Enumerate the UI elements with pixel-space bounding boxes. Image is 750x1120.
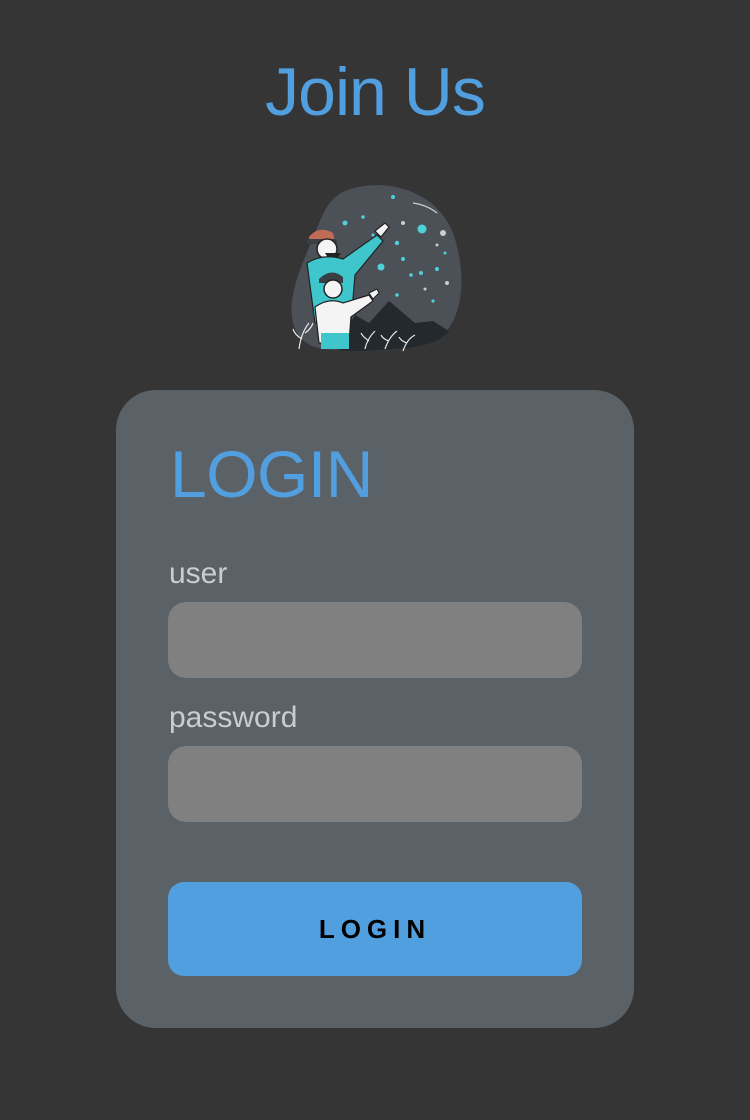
login-heading: LOGIN (170, 437, 373, 511)
page-title: Join Us (265, 54, 486, 130)
password-label: password (169, 701, 298, 734)
stargazing-illustration-icon (291, 185, 462, 352)
user-label: user (169, 557, 228, 590)
password-input[interactable] (168, 746, 582, 822)
user-input[interactable] (168, 602, 582, 678)
login-button[interactable]: LOGIN (168, 882, 582, 976)
login-page: Join Us LOGIN user password LOGIN (0, 0, 750, 1120)
login-card: LOGIN user password LOGIN (116, 390, 634, 1028)
